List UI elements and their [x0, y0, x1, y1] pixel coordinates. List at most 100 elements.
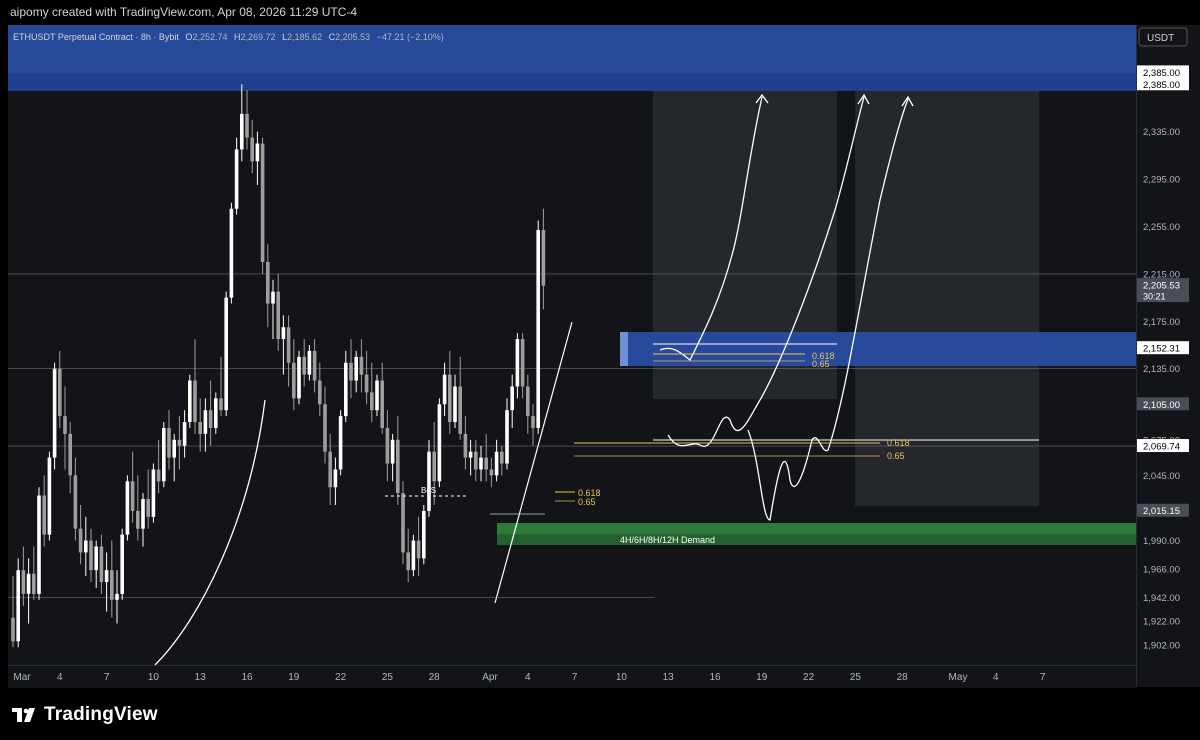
candle	[188, 374, 192, 428]
candle-body	[11, 617, 15, 642]
candle	[328, 433, 332, 505]
candle-body	[42, 495, 46, 535]
price-tag-label: 2,152.31	[1143, 344, 1180, 355]
x-tick-label: Apr	[482, 672, 498, 683]
candle	[37, 487, 41, 600]
candle	[136, 475, 140, 541]
candle	[89, 528, 93, 583]
candle-body	[427, 451, 431, 511]
candle-body	[312, 350, 317, 381]
candle	[520, 333, 525, 399]
candle-body	[47, 457, 52, 535]
candle-body	[453, 386, 457, 423]
demand-zone-inner	[497, 534, 1136, 545]
candle	[172, 433, 176, 482]
candle	[292, 339, 296, 411]
price-tag-label: 2,015.15	[1143, 506, 1180, 517]
candle-body	[406, 552, 410, 571]
candle	[349, 339, 353, 399]
fib-label-b1: 0.618	[887, 438, 910, 448]
x-tick-label: May	[949, 672, 968, 683]
x-tick-label: 10	[148, 672, 160, 683]
candle-body	[136, 510, 140, 529]
candle	[234, 137, 239, 215]
x-tick-label: 25	[382, 672, 394, 683]
candle-body	[16, 570, 20, 642]
candle-body	[188, 380, 192, 423]
candle	[302, 339, 306, 387]
candle	[297, 350, 301, 405]
price-tag: 2,015.15	[1137, 503, 1189, 517]
candle-body	[411, 540, 416, 571]
candle	[58, 350, 62, 428]
candle-body	[505, 410, 509, 464]
candle-body	[541, 230, 546, 286]
candle	[110, 540, 114, 618]
close-value: 2,205.53	[335, 32, 370, 42]
candle-body	[162, 427, 166, 482]
candle-body	[94, 546, 98, 571]
candle	[182, 410, 187, 458]
candle-body	[536, 230, 540, 428]
candle	[531, 404, 535, 446]
candle-body	[437, 404, 442, 482]
candle-body	[208, 410, 213, 428]
x-tick-label: 4	[525, 672, 531, 683]
candle-body	[172, 439, 176, 458]
candle	[442, 362, 447, 417]
fib-label-a2: 0.65	[812, 359, 830, 369]
tradingview-logo[interactable]: TradingView	[12, 704, 158, 726]
candle-body	[286, 327, 291, 363]
candle	[21, 546, 26, 606]
chart-svg[interactable]: BoS 4H/6H/8H/12H Demand 0.618 0.65 0.618…	[0, 0, 1200, 740]
candle	[422, 505, 426, 565]
candle-body	[52, 368, 57, 458]
candle-body	[141, 499, 145, 529]
candle-body	[32, 573, 36, 594]
price-tag-label: 2,385.00	[1143, 80, 1180, 91]
candle-body	[463, 433, 468, 458]
candle-body	[494, 451, 499, 476]
price-tag: 2,105.00	[1137, 397, 1189, 411]
candle	[338, 410, 343, 476]
candle	[198, 398, 202, 452]
candle-body	[224, 297, 228, 411]
y-tick-label: 1,990.00	[1143, 536, 1180, 547]
candle-body	[390, 439, 395, 464]
candle-body	[380, 380, 384, 428]
candle-body	[375, 380, 379, 411]
candle-body	[260, 143, 265, 263]
price-tag: 2,385.00	[1137, 77, 1189, 91]
currency-selector[interactable]: USDT	[1138, 27, 1188, 47]
candle	[479, 445, 483, 482]
x-tick-label: 7	[1040, 672, 1046, 683]
candle-body	[214, 398, 218, 428]
candle	[375, 374, 379, 417]
candle-body	[219, 398, 223, 411]
candle	[484, 433, 488, 482]
x-tick-label: 28	[897, 672, 909, 683]
candle	[167, 410, 171, 470]
candle	[500, 445, 504, 476]
candle-body	[349, 362, 353, 381]
candle	[458, 356, 462, 440]
candle	[510, 374, 514, 428]
price-tag-label: 2,105.00	[1143, 400, 1180, 411]
candle	[453, 374, 457, 428]
candle	[177, 416, 182, 470]
candle	[104, 552, 109, 612]
candle	[240, 84, 244, 162]
candle	[406, 528, 410, 583]
candle	[52, 362, 57, 470]
x-tick-label: 25	[850, 672, 862, 683]
candle	[515, 333, 520, 399]
candle	[396, 416, 400, 505]
candle-body	[510, 386, 514, 411]
candle-body	[520, 339, 525, 387]
candle	[214, 392, 218, 434]
candle-body	[526, 386, 530, 417]
candle-body	[364, 374, 369, 393]
candle	[437, 398, 442, 488]
candle	[42, 475, 46, 547]
x-tick-label: 4	[57, 672, 63, 683]
